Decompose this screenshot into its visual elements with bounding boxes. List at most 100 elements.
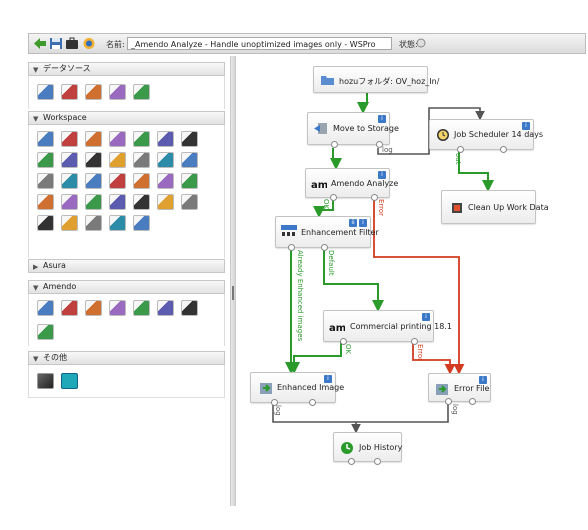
toolbar: 名前: _Amendo Analyze - Handle unoptimized… bbox=[28, 33, 586, 54]
output-port[interactable] bbox=[469, 398, 476, 405]
default-port[interactable] bbox=[321, 244, 328, 251]
section-body-datasource bbox=[28, 76, 225, 109]
palette-tool-icon[interactable] bbox=[109, 215, 126, 231]
back-arrow-icon[interactable] bbox=[33, 37, 47, 50]
ok-port[interactable] bbox=[330, 194, 337, 201]
node-move-to-storage[interactable]: Move to Storage i bbox=[307, 112, 399, 148]
palette-tool-icon[interactable] bbox=[61, 173, 78, 189]
info-badge-icon[interactable]: ii bbox=[349, 219, 357, 227]
node-job-scheduler[interactable]: Job Scheduler 14 days i bbox=[429, 119, 543, 153]
section-header-other[interactable]: ▼ その他 bbox=[28, 351, 225, 365]
palette-tool-icon[interactable] bbox=[61, 194, 78, 210]
info-badge-icon[interactable]: i bbox=[522, 122, 530, 130]
palette-tool-icon[interactable] bbox=[181, 152, 198, 168]
section-header-datasource[interactable]: ▼ データソース bbox=[28, 62, 225, 76]
palette-tool-icon[interactable] bbox=[85, 194, 102, 210]
palette-tool-icon[interactable] bbox=[37, 324, 54, 340]
palette-tool-icon[interactable] bbox=[181, 300, 198, 316]
workflow-name-field[interactable]: _Amendo Analyze - Handle unoptimized ima… bbox=[127, 37, 392, 50]
palette-tool-icon[interactable] bbox=[109, 300, 126, 316]
section-body-amendo bbox=[28, 294, 225, 346]
share-connector-icon[interactable] bbox=[61, 373, 78, 389]
info-badge-icon[interactable]: i bbox=[378, 115, 386, 123]
output-port[interactable] bbox=[309, 399, 316, 406]
palette-tool-icon[interactable] bbox=[181, 173, 198, 189]
connector-label-already-enhanced: Already Enhanced images bbox=[296, 250, 304, 342]
palette-tool-icon[interactable] bbox=[85, 84, 102, 100]
palette-tool-icon[interactable] bbox=[157, 173, 174, 189]
name-label: 名前: bbox=[106, 40, 125, 49]
error-port[interactable] bbox=[371, 194, 378, 201]
output-port[interactable] bbox=[348, 458, 355, 465]
section-header-workspace[interactable]: ▼ Workspace bbox=[28, 111, 225, 125]
palette-tool-icon[interactable] bbox=[109, 173, 126, 189]
error-port[interactable] bbox=[411, 338, 418, 345]
save-icon[interactable] bbox=[49, 37, 63, 50]
palette-tool-icon[interactable] bbox=[37, 300, 54, 316]
palette-tool-icon[interactable] bbox=[61, 300, 78, 316]
palette-tool-icon[interactable] bbox=[37, 84, 54, 100]
palette-tool-icon[interactable] bbox=[157, 152, 174, 168]
log-port[interactable] bbox=[376, 141, 383, 148]
log-port[interactable] bbox=[374, 458, 381, 465]
node-job-history[interactable]: Job History bbox=[333, 432, 402, 465]
palette-tool-icon[interactable] bbox=[85, 173, 102, 189]
palette-tool-icon[interactable] bbox=[37, 173, 54, 189]
info-badge-icon[interactable]: i bbox=[479, 376, 487, 384]
palette-tool-icon[interactable] bbox=[133, 173, 150, 189]
palette-tool-icon[interactable] bbox=[61, 215, 78, 231]
palette-tool-icon[interactable] bbox=[85, 131, 102, 147]
palette-tool-icon[interactable] bbox=[37, 131, 54, 147]
palette-tool-icon[interactable] bbox=[181, 131, 198, 147]
palette-tool-icon[interactable] bbox=[85, 152, 102, 168]
palette-tool-icon[interactable] bbox=[85, 215, 102, 231]
log-port[interactable] bbox=[445, 398, 452, 405]
palette-tool-icon[interactable] bbox=[181, 194, 198, 210]
section-header-amendo[interactable]: ▼ Amendo bbox=[28, 280, 225, 294]
workflow-canvas[interactable]: log out OK Error Default Already Enhance… bbox=[236, 56, 586, 506]
palette-tool-icon[interactable] bbox=[37, 194, 54, 210]
log-port[interactable] bbox=[271, 399, 278, 406]
palette-tool-icon[interactable] bbox=[133, 215, 150, 231]
palette-tool-icon[interactable] bbox=[109, 194, 126, 210]
output-port[interactable] bbox=[331, 141, 338, 148]
palette-tool-icon[interactable] bbox=[133, 84, 150, 100]
log-port[interactable] bbox=[500, 146, 507, 153]
palette-tool-icon[interactable] bbox=[109, 84, 126, 100]
section-header-asura[interactable]: ▶ Asura bbox=[28, 259, 225, 273]
palette-tool-icon[interactable] bbox=[157, 131, 174, 147]
palette-tool-icon[interactable] bbox=[85, 300, 102, 316]
palette-tool-icon[interactable] bbox=[133, 300, 150, 316]
info-badge-icon[interactable]: i bbox=[324, 375, 332, 383]
node-error-file[interactable]: Error File i bbox=[428, 373, 491, 405]
palette-tool-icon[interactable] bbox=[133, 194, 150, 210]
palette-tool-icon[interactable] bbox=[37, 215, 54, 231]
palette-tool-icon[interactable] bbox=[61, 131, 78, 147]
output-port[interactable] bbox=[457, 146, 464, 153]
palette-tool-icon[interactable] bbox=[157, 194, 174, 210]
already-port[interactable] bbox=[288, 244, 295, 251]
plug-connector-icon[interactable] bbox=[37, 373, 54, 389]
palette-tool-icon[interactable] bbox=[157, 300, 174, 316]
node-enhancement-filter[interactable]: Enhancement Filter ii i bbox=[275, 216, 379, 251]
palette-tool-icon[interactable] bbox=[61, 152, 78, 168]
node-enhanced-image[interactable]: Enhanced Image i bbox=[250, 372, 344, 406]
palette-tool-icon[interactable] bbox=[133, 131, 150, 147]
splitter-grip[interactable] bbox=[232, 286, 234, 300]
node-amendo-analyze[interactable]: am Amendo Analyze i bbox=[305, 168, 398, 201]
ok-port[interactable] bbox=[340, 338, 347, 345]
palette-tool-icon[interactable] bbox=[61, 84, 78, 100]
node-clean-up-work-data[interactable]: Clean Up Work Data bbox=[441, 190, 549, 224]
briefcase-icon[interactable] bbox=[65, 37, 79, 50]
info-badge-icon[interactable]: i bbox=[359, 219, 367, 227]
node-hozu-folder[interactable]: hozuフォルダ: OV_hoz_In/ bbox=[313, 66, 439, 93]
info-badge-icon[interactable]: i bbox=[378, 171, 386, 179]
info-icon[interactable] bbox=[82, 37, 96, 50]
info-badge-icon[interactable]: i bbox=[422, 313, 430, 321]
palette-tool-icon[interactable] bbox=[109, 152, 126, 168]
palette-tool-icon[interactable] bbox=[133, 152, 150, 168]
palette-tool-icon[interactable] bbox=[109, 131, 126, 147]
node-commercial-printing[interactable]: am Commercial printing 18.1 i bbox=[323, 310, 452, 345]
connector-scheduler-out bbox=[458, 150, 494, 192]
palette-tool-icon[interactable] bbox=[37, 152, 54, 168]
